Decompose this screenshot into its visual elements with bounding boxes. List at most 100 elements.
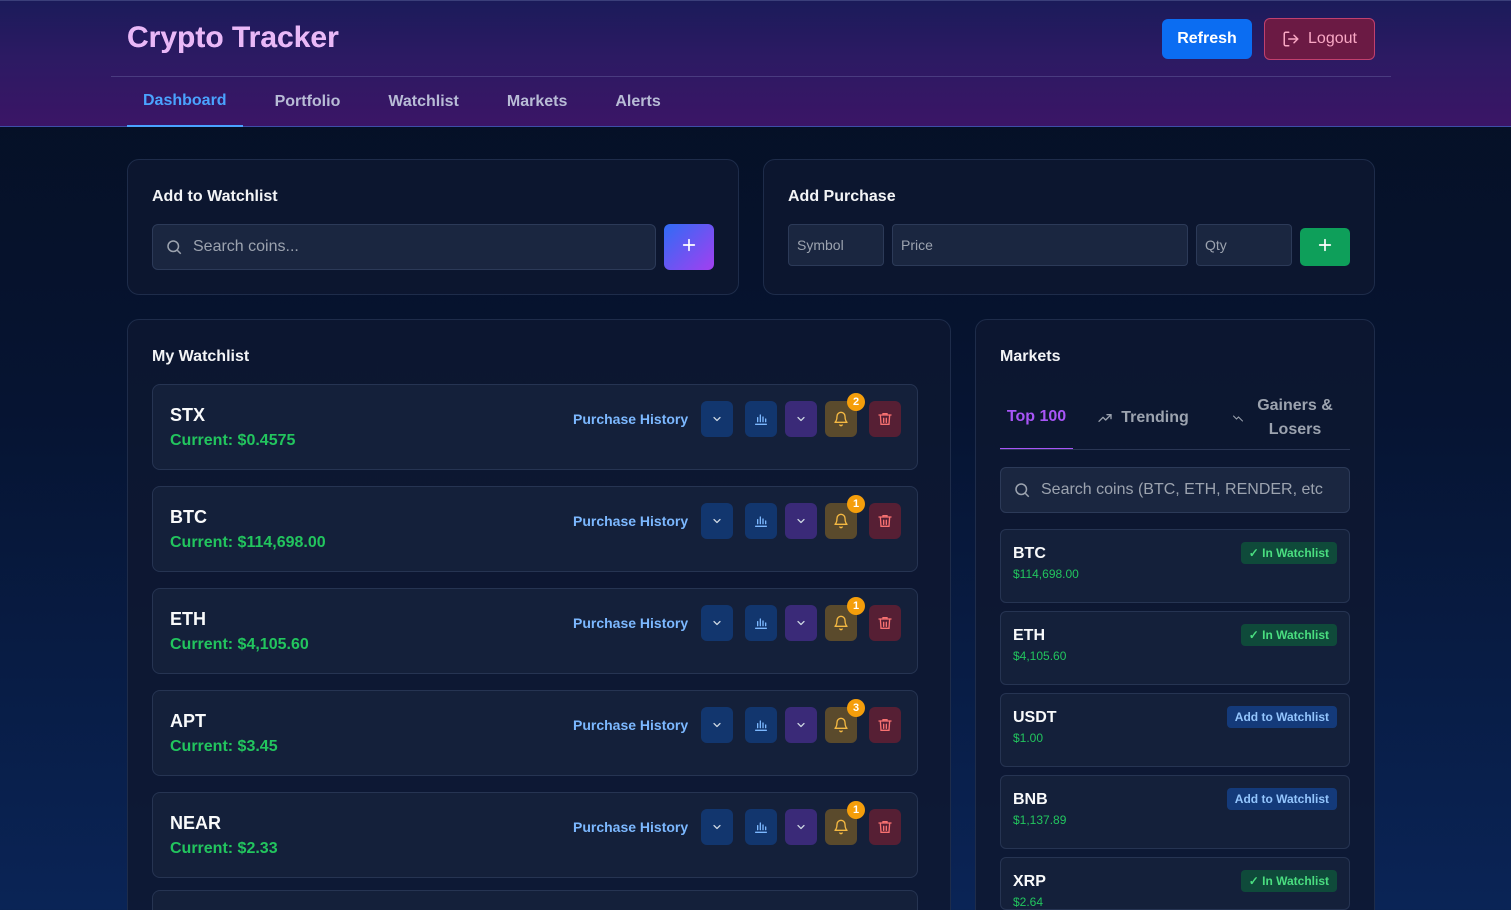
alerts-count-badge: 2 (847, 393, 865, 411)
trash-icon (877, 819, 893, 835)
delete-button[interactable] (869, 605, 901, 641)
watchlist-item: NEAR Current: $2.33 Purchase History 1 (152, 792, 918, 878)
bar-chart-icon (753, 717, 769, 733)
logout-button[interactable]: Logout (1264, 18, 1375, 60)
expand-button[interactable] (701, 401, 733, 437)
qty-field[interactable]: Qty (1196, 224, 1292, 266)
market-item[interactable]: ETH $4,105.60 ✓ In Watchlist (1000, 611, 1350, 685)
watchlist-item: APT Current: $3.45 Purchase History 3 (152, 690, 918, 776)
watchlist-item-symbol: STX (170, 405, 206, 425)
more-options-button[interactable] (785, 707, 817, 743)
more-options-button[interactable] (785, 401, 817, 437)
price-field[interactable]: Price (892, 224, 1188, 266)
logout-label: Logout (1308, 30, 1357, 47)
chart-button[interactable] (745, 401, 777, 437)
market-item-price: $4,105.60 (1013, 649, 1067, 663)
purchase-history-link[interactable]: Purchase History (573, 411, 688, 427)
chevron-down-icon (795, 821, 807, 833)
more-options-button[interactable] (785, 503, 817, 539)
add-purchase-panel: Add Purchase Symbol Price Qty (763, 159, 1375, 295)
tab-dashboard[interactable]: Dashboard (127, 77, 243, 127)
bar-chart-icon (753, 513, 769, 529)
watchlist-item (152, 890, 918, 910)
chevron-down-icon (795, 719, 807, 731)
market-item[interactable]: BTC $114,698.00 ✓ In Watchlist (1000, 529, 1350, 603)
chevron-down-icon (795, 413, 807, 425)
add-to-watchlist-button[interactable] (664, 224, 714, 270)
add-watchlist-panel: Add to Watchlist Search coins... (127, 159, 739, 295)
purchase-history-link[interactable]: Purchase History (573, 717, 688, 733)
more-options-button[interactable] (785, 809, 817, 845)
chart-button[interactable] (745, 605, 777, 641)
chevron-down-icon (711, 719, 723, 731)
chevron-down-icon (711, 515, 723, 527)
tab-portfolio[interactable]: Portfolio (259, 77, 357, 127)
chevron-down-icon (711, 821, 723, 833)
market-item-symbol: BNB (1013, 791, 1048, 808)
expand-button[interactable] (701, 503, 733, 539)
alerts-button[interactable]: 2 (825, 393, 865, 437)
markets-tab-gainers-losers-label: Gainers & Losers (1257, 396, 1333, 438)
market-item[interactable]: USDT $1.00 Add to Watchlist (1000, 693, 1350, 767)
alerts-button[interactable]: 3 (825, 699, 865, 743)
expand-button[interactable] (701, 707, 733, 743)
watchlist-item-price: Current: $0.4575 (170, 432, 296, 449)
search-icon (1013, 481, 1031, 499)
watchlist-item-price: Current: $3.45 (170, 738, 278, 755)
markets-tab-trending-label: Trending (1121, 408, 1189, 426)
purchase-history-link[interactable]: Purchase History (573, 513, 688, 529)
market-item-symbol: USDT (1013, 709, 1057, 726)
add-purchase-button[interactable] (1300, 228, 1350, 266)
tab-watchlist[interactable]: Watchlist (372, 77, 475, 127)
alerts-count-badge: 3 (847, 699, 865, 717)
watchlist-item-price: Current: $4,105.60 (170, 636, 309, 653)
markets-search-placeholder: Search coins (BTC, ETH, RENDER, etc (1041, 481, 1323, 498)
watchlist-search-input[interactable]: Search coins... (152, 224, 656, 270)
plus-icon (1317, 236, 1333, 259)
delete-button[interactable] (869, 707, 901, 743)
trash-icon (877, 717, 893, 733)
watchlist-item-symbol: ETH (170, 609, 206, 629)
my-watchlist-title: My Watchlist (152, 348, 250, 365)
add-to-watchlist-button[interactable]: Add to Watchlist (1226, 788, 1337, 810)
symbol-field[interactable]: Symbol (788, 224, 884, 266)
markets-tab-trending[interactable]: Trending (1087, 385, 1199, 450)
markets-tab-gainers-losers[interactable]: Gainers & Losers (1222, 385, 1350, 450)
more-options-button[interactable] (785, 605, 817, 641)
bell-icon (833, 819, 849, 835)
expand-button[interactable] (701, 605, 733, 641)
markets-search-input[interactable]: Search coins (BTC, ETH, RENDER, etc (1000, 467, 1350, 513)
tab-alerts[interactable]: Alerts (599, 77, 676, 127)
alerts-button[interactable]: 1 (825, 495, 865, 539)
markets-tab-top-100[interactable]: Top 100 (1000, 385, 1073, 450)
alerts-button[interactable]: 1 (825, 597, 865, 641)
trash-icon (877, 615, 893, 631)
bar-chart-icon (753, 615, 769, 631)
market-item[interactable]: XRP $2.64 ✓ In Watchlist (1000, 857, 1350, 910)
add-to-watchlist-button[interactable]: Add to Watchlist (1226, 706, 1337, 728)
refresh-button[interactable]: Refresh (1162, 19, 1252, 59)
purchase-history-link[interactable]: Purchase History (573, 615, 688, 631)
market-item-price: $2.64 (1013, 895, 1044, 909)
chart-button[interactable] (745, 503, 777, 539)
tab-markets[interactable]: Markets (491, 77, 583, 127)
chart-button[interactable] (745, 809, 777, 845)
add-purchase-title: Add Purchase (788, 188, 896, 205)
alerts-button[interactable]: 1 (825, 801, 865, 845)
delete-button[interactable] (869, 401, 901, 437)
alerts-count-badge: 1 (847, 801, 865, 819)
delete-button[interactable] (869, 809, 901, 845)
purchase-history-link[interactable]: Purchase History (573, 819, 688, 835)
watchlist-search-placeholder: Search coins... (193, 238, 299, 255)
trash-icon (877, 513, 893, 529)
chart-button[interactable] (745, 707, 777, 743)
expand-button[interactable] (701, 809, 733, 845)
logout-icon (1282, 30, 1300, 48)
markets-tabs-divider (1000, 449, 1350, 450)
chevron-down-icon (711, 413, 723, 425)
in-watchlist-badge: ✓ In Watchlist (1240, 870, 1337, 892)
market-item[interactable]: BNB $1,137.89 Add to Watchlist (1000, 775, 1350, 849)
chevron-down-icon (795, 515, 807, 527)
delete-button[interactable] (869, 503, 901, 539)
bar-chart-icon (753, 411, 769, 427)
